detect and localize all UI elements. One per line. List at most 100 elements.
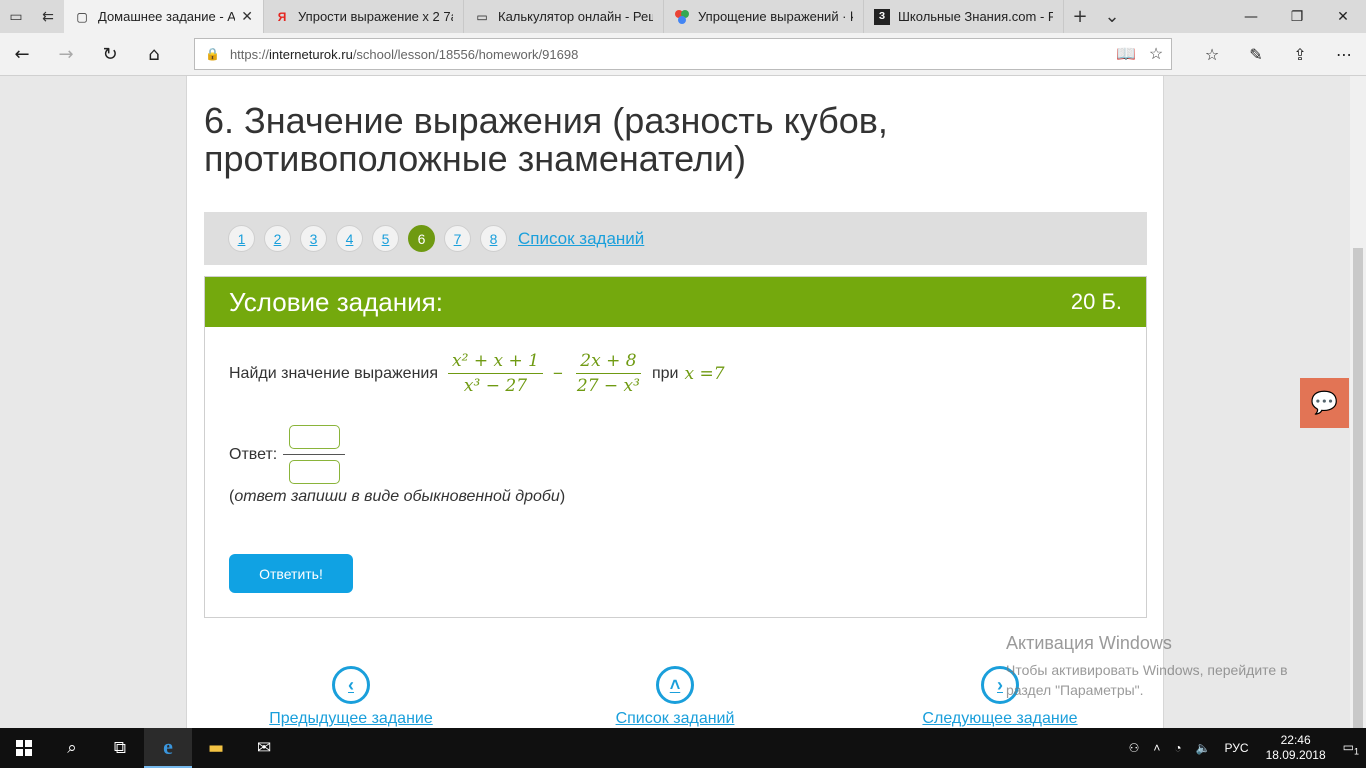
home-icon[interactable]: ⌂ xyxy=(132,33,176,76)
question-at: при xyxy=(651,364,679,382)
scrollbar-thumb[interactable] xyxy=(1353,248,1363,728)
tab-google[interactable]: Упрощение выражений · k xyxy=(664,0,864,33)
task-question: Найди значение выражения x² + x + 1 x³ −… xyxy=(229,351,725,396)
mail-icon[interactable]: ✉ xyxy=(240,728,288,768)
edge-browser-icon[interactable]: e xyxy=(144,728,192,768)
tab-homework[interactable]: ▢ Домашнее задание - А ✕ xyxy=(64,0,264,33)
pen-notes-icon[interactable]: ✎ xyxy=(1234,33,1278,76)
back-icon[interactable]: ← xyxy=(0,33,44,76)
task-card: Условие задания: 20 Б. Найди значение вы… xyxy=(204,276,1147,618)
volume-icon[interactable]: 🔈 xyxy=(1196,741,1211,755)
notifications-icon[interactable]: ▭1 xyxy=(1343,740,1359,756)
refresh-icon[interactable]: ↻ xyxy=(88,33,132,76)
fraction-2-numerator: 2x + 8 xyxy=(576,351,641,374)
page-title: 6. Значение выражения (разность кубов, п… xyxy=(204,100,888,179)
tab-label: Упрости выражение x 2 7a xyxy=(298,9,453,24)
chevron-up-icon[interactable]: ˄ xyxy=(1153,741,1160,755)
pager-item-3[interactable]: 3 xyxy=(300,225,327,252)
tab-label: Школьные Знания.com - Р xyxy=(898,9,1053,24)
tab-yandex[interactable]: Я Упрости выражение x 2 7a xyxy=(264,0,464,33)
pager-item-7[interactable]: 7 xyxy=(444,225,471,252)
favorite-star-icon[interactable]: ☆ xyxy=(1141,44,1171,64)
language-indicator[interactable]: РУС xyxy=(1225,741,1249,755)
fraction-1: x² + x + 1 x³ − 27 xyxy=(448,351,543,396)
browser-tab-bar: ▭ ⇇ ▢ Домашнее задание - А ✕ Я Упрости в… xyxy=(0,0,1366,33)
prev-task-label: Предыдущее задание xyxy=(269,710,433,727)
tab-znanija[interactable]: З Школьные Знания.com - Р xyxy=(864,0,1064,33)
fraction-2: 2x + 8 27 − x³ xyxy=(573,351,644,396)
denominator-input[interactable] xyxy=(288,460,340,484)
tab-calculator[interactable]: ▭ Калькулятор онлайн - Реш xyxy=(464,0,664,33)
url-prefix: https:// xyxy=(229,46,269,62)
tab-label: Упрощение выражений · k xyxy=(698,9,853,24)
clock-time: 22:46 xyxy=(1280,733,1311,747)
task-list-label: Список заданий xyxy=(615,710,735,727)
page-icon: ▢ xyxy=(76,9,88,24)
fraction-1-numerator: x² + x + 1 xyxy=(448,351,543,374)
chevron-down-icon[interactable]: ⌄ xyxy=(1096,0,1128,33)
next-task-label: Следующее задание xyxy=(922,710,1078,727)
task-view-icon[interactable]: ⧉ xyxy=(96,728,144,768)
restore-icon[interactable]: ❐ xyxy=(1274,0,1320,33)
answer-label: Ответ: xyxy=(229,445,278,463)
tab-actions-icon[interactable]: ▭ xyxy=(0,0,32,33)
address-bar[interactable]: 🔒 https://interneturok.ru/school/lesson/… xyxy=(194,38,1172,70)
answer-row: Ответ: xyxy=(229,425,346,484)
search-icon[interactable]: ⌕ xyxy=(48,728,96,768)
share-icon[interactable]: ⇪ xyxy=(1278,33,1322,76)
reading-view-icon[interactable]: 📖 xyxy=(1111,44,1141,64)
fraction-1-denominator: x³ − 27 xyxy=(463,376,528,396)
pager-item-6[interactable]: 6 xyxy=(408,225,435,252)
set-aside-tabs-icon[interactable]: ⇇ xyxy=(32,0,64,33)
chevron-left-icon: ‹ xyxy=(332,666,370,704)
network-icon[interactable]: ◔ xyxy=(1174,741,1181,755)
pager-item-5[interactable]: 5 xyxy=(372,225,399,252)
answer-fraction xyxy=(283,425,346,484)
answer-hint: (ответ запиши в виде обыкновенной дроби) xyxy=(229,488,565,506)
windows-start-icon[interactable] xyxy=(0,728,48,768)
pager-item-2[interactable]: 2 xyxy=(264,225,291,252)
url-host: interneturok.ru xyxy=(268,46,353,62)
pager-item-8[interactable]: 8 xyxy=(480,225,507,252)
watermark-title: Активация Windows xyxy=(1006,633,1172,653)
lock-icon: 🔒 xyxy=(205,47,220,61)
pager-item-4[interactable]: 4 xyxy=(336,225,363,252)
windows-activation-watermark: Активация Windows Чтобы активировать Win… xyxy=(1006,633,1326,700)
submit-button[interactable]: Ответить! xyxy=(229,554,353,593)
task-pager: 1 2 3 4 5 6 7 8 Список заданий xyxy=(204,212,1147,265)
new-tab-icon[interactable]: + xyxy=(1064,0,1096,33)
watermark-text: Чтобы активировать Windows, перейдите в … xyxy=(1006,662,1288,698)
question-prefix: Найди значение выражения xyxy=(229,364,439,382)
task-list-bottom-link[interactable]: ˄ Список заданий xyxy=(600,666,750,728)
clock[interactable]: 22:46 18.09.2018 xyxy=(1266,733,1326,763)
task-header-title: Условие задания: xyxy=(229,286,443,317)
forward-icon[interactable]: → xyxy=(44,33,88,76)
minimize-icon[interactable]: — xyxy=(1228,0,1274,33)
url-path: /school/lesson/18556/homework/91698 xyxy=(352,46,579,62)
yandex-icon: Я xyxy=(277,9,287,24)
clock-date: 18.09.2018 xyxy=(1265,748,1326,762)
chevron-up-icon: ˄ xyxy=(656,666,694,704)
prev-task-link[interactable]: ‹ Предыдущее задание xyxy=(266,666,436,728)
tab-label: Калькулятор онлайн - Реш xyxy=(498,9,653,24)
hint-close: ) xyxy=(559,488,566,505)
tab-label: Домашнее задание - А xyxy=(98,9,236,24)
file-explorer-icon[interactable]: ▬ xyxy=(192,728,240,768)
fraction-bar xyxy=(283,454,346,455)
people-icon[interactable]: ⚇ xyxy=(1129,741,1140,755)
minus-sign: − xyxy=(552,363,563,383)
page-icon: ▭ xyxy=(476,9,488,24)
pager-item-1[interactable]: 1 xyxy=(228,225,255,252)
favorites-hub-icon[interactable]: ☆ xyxy=(1190,33,1234,76)
content-panel: 6. Значение выражения (разность кубов, п… xyxy=(186,76,1164,728)
close-icon[interactable]: ✕ xyxy=(241,8,253,25)
page-scrollbar[interactable] xyxy=(1350,76,1366,728)
numerator-input[interactable] xyxy=(288,425,340,449)
task-list-link[interactable]: Список заданий xyxy=(518,229,644,249)
more-icon[interactable]: ⋯ xyxy=(1322,33,1366,76)
google-icon xyxy=(674,9,690,25)
hint-text: ответ запиши в виде обыкновенной дроби xyxy=(234,488,560,505)
close-window-icon[interactable]: ✕ xyxy=(1320,0,1366,33)
chat-icon[interactable]: 💬 xyxy=(1300,378,1349,428)
windows-taskbar: ⌕ ⧉ e ▬ ✉ ⚇ ˄ ◔ 🔈 РУС 22:46 18.09.2018 ▭… xyxy=(0,728,1366,768)
